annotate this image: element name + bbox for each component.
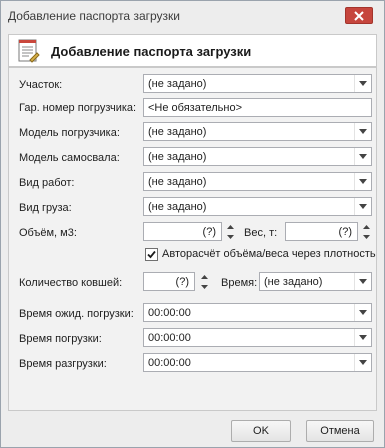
work-type-select[interactable]: (не задано): [143, 172, 372, 191]
wait-time-value: 00:00:00: [148, 307, 191, 319]
dialog-heading: Добавление паспорта загрузки: [51, 44, 252, 59]
load-time-select[interactable]: 00:00:00: [143, 328, 372, 347]
section-dropdown-button[interactable]: [354, 75, 371, 92]
truck-model-label: Модель самосвала:: [19, 152, 120, 164]
truck-model-value: (не задано): [148, 151, 207, 163]
time-label: Время:: [221, 277, 258, 289]
unload-time-value: 00:00:00: [148, 357, 191, 369]
loader-model-select[interactable]: (не задано): [143, 122, 372, 141]
bucket-count-stepper[interactable]: [198, 272, 211, 291]
weight-down-button[interactable]: [360, 232, 373, 241]
weight-up-button[interactable]: [360, 222, 373, 231]
weight-value: (?): [338, 226, 352, 238]
spin-down-icon: [227, 234, 234, 239]
chevron-down-icon: [359, 204, 367, 209]
chevron-down-icon: [359, 279, 367, 284]
work-type-value: (не задано): [148, 176, 207, 188]
cancel-button[interactable]: Отмена: [306, 420, 374, 442]
volume-down-button[interactable]: [224, 232, 237, 241]
truck-model-dropdown-button[interactable]: [354, 148, 371, 165]
chevron-down-icon: [359, 129, 367, 134]
dialog-window: Добавление паспорта загрузки Добавление …: [0, 0, 385, 448]
chevron-down-icon: [359, 310, 367, 315]
window-title: Добавление паспорта загрузки: [8, 9, 180, 23]
loader-number-input[interactable]: <Не обязательно>: [143, 98, 372, 117]
time-select[interactable]: (не задано): [259, 272, 372, 291]
wait-time-select[interactable]: 00:00:00: [143, 303, 372, 322]
truck-model-select[interactable]: (не задано): [143, 147, 372, 166]
time-value: (не задано): [264, 276, 323, 288]
bucket-count-value: (?): [175, 276, 189, 288]
wait-time-dropdown-button[interactable]: [354, 304, 371, 321]
cargo-type-select[interactable]: (не задано): [143, 197, 372, 216]
ok-button[interactable]: OK: [231, 420, 291, 442]
bucket-count-up-button[interactable]: [198, 272, 211, 281]
bucket-count-down-button[interactable]: [198, 282, 211, 291]
section-select-value: (не задано): [148, 78, 207, 90]
spin-up-icon: [227, 224, 234, 229]
checkmark-icon: [147, 250, 156, 259]
volume-up-button[interactable]: [224, 222, 237, 231]
section-label: Участок:: [19, 79, 63, 91]
loader-model-label: Модель погрузчика:: [19, 127, 120, 139]
cargo-type-dropdown-button[interactable]: [354, 198, 371, 215]
cargo-type-label: Вид груза:: [19, 202, 72, 214]
cargo-type-value: (не задано): [148, 201, 207, 213]
loader-number-value: <Не обязательно>: [148, 102, 243, 114]
volume-value: (?): [202, 226, 216, 238]
dialog-header: Добавление паспорта загрузки: [8, 34, 377, 67]
unload-time-select[interactable]: 00:00:00: [143, 353, 372, 372]
wait-time-label: Время ожид. погрузки:: [19, 308, 134, 320]
loader-number-label: Гар. номер погрузчика:: [19, 102, 137, 114]
spin-up-icon: [201, 274, 208, 279]
autocalc-checkbox[interactable]: [145, 248, 158, 261]
weight-stepper[interactable]: [360, 222, 373, 241]
spin-down-icon: [201, 284, 208, 289]
chevron-down-icon: [359, 81, 367, 86]
volume-input[interactable]: (?): [143, 222, 222, 241]
time-dropdown-button[interactable]: [354, 273, 371, 290]
spin-down-icon: [363, 234, 370, 239]
load-time-value: 00:00:00: [148, 332, 191, 344]
unload-time-dropdown-button[interactable]: [354, 354, 371, 371]
loader-model-value: (не задано): [148, 126, 207, 138]
autocalc-label[interactable]: Авторасчёт объёма/веса через плотность: [162, 248, 376, 260]
close-button[interactable]: [345, 7, 373, 24]
load-time-label: Время погрузки:: [19, 333, 102, 345]
loader-model-dropdown-button[interactable]: [354, 123, 371, 140]
weight-input[interactable]: (?): [285, 222, 358, 241]
title-bar[interactable]: Добавление паспорта загрузки: [1, 1, 384, 30]
section-select[interactable]: (не задано): [143, 74, 372, 93]
chevron-down-icon: [359, 154, 367, 159]
document-icon: [18, 39, 40, 63]
volume-label: Объём, м3:: [19, 227, 77, 239]
spin-up-icon: [363, 224, 370, 229]
chevron-down-icon: [359, 335, 367, 340]
load-time-dropdown-button[interactable]: [354, 329, 371, 346]
unload-time-label: Время разгрузки:: [19, 358, 107, 370]
work-type-label: Вид работ:: [19, 177, 75, 189]
bucket-count-label: Количество ковшей:: [19, 277, 123, 289]
volume-stepper[interactable]: [224, 222, 237, 241]
weight-label: Вес, т:: [244, 227, 278, 239]
bucket-count-input[interactable]: (?): [143, 272, 195, 291]
chevron-down-icon: [359, 179, 367, 184]
work-type-dropdown-button[interactable]: [354, 173, 371, 190]
chevron-down-icon: [359, 360, 367, 365]
close-icon: [354, 11, 364, 21]
